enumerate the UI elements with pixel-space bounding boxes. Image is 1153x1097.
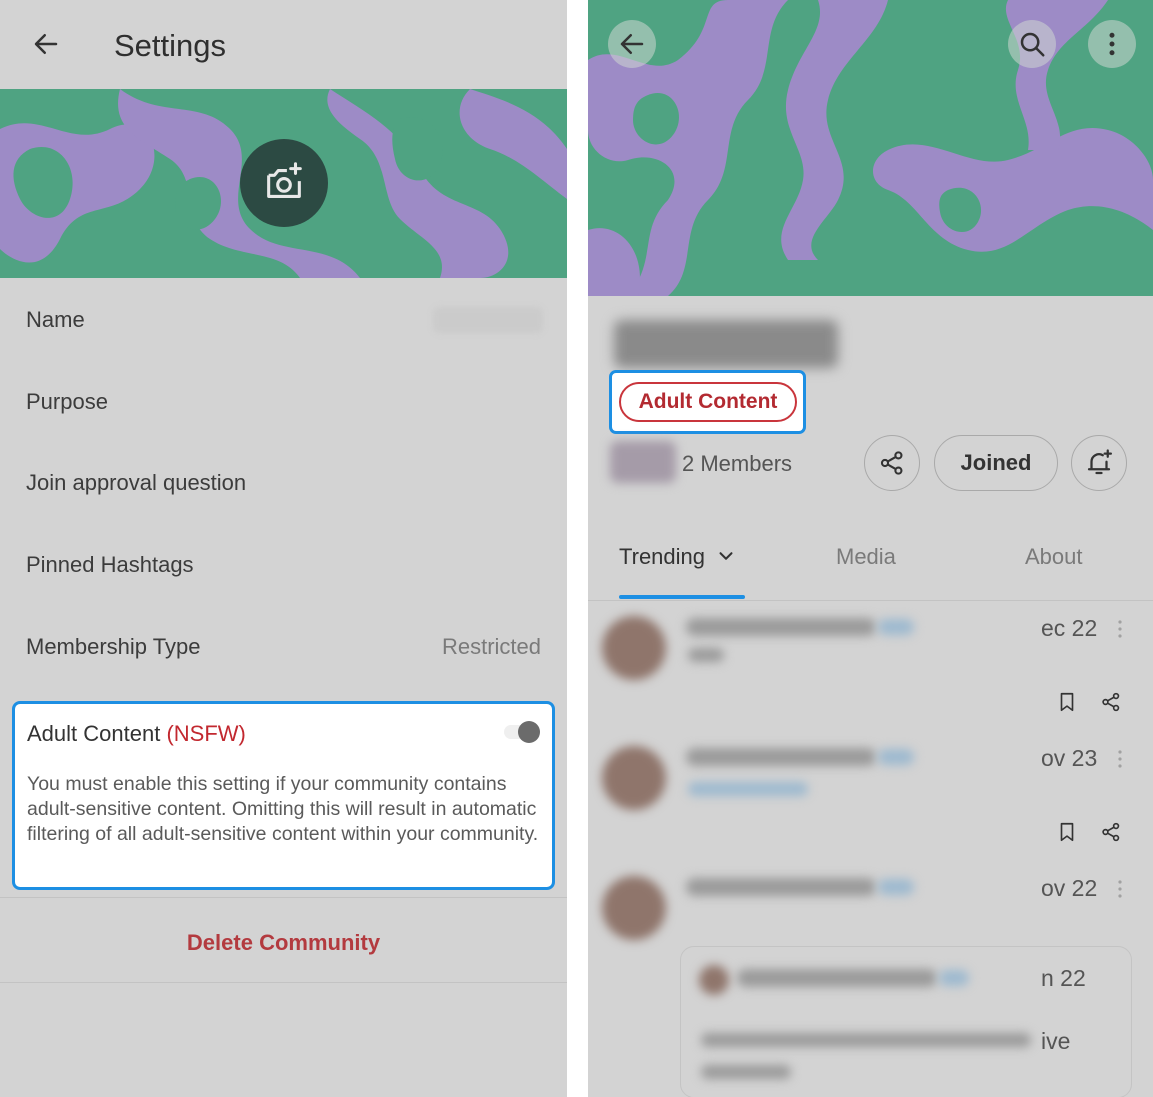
row-label: Join approval question <box>26 470 247 495</box>
joined-button[interactable]: Joined <box>934 435 1058 491</box>
post-author-blurred <box>686 748 876 766</box>
settings-row-pinned-hashtags[interactable]: Pinned Hashtags <box>0 525 567 605</box>
post-date: ov 23 <box>1041 745 1098 771</box>
tab-trending[interactable]: Trending <box>619 544 737 570</box>
adult-content-label-text: Adult Content <box>27 721 161 746</box>
share-post-button[interactable] <box>1098 819 1124 845</box>
post-author-blurred <box>686 878 876 896</box>
back-button[interactable] <box>608 20 656 68</box>
verified-badge-blurred <box>878 619 914 635</box>
adult-content-highlight: Adult Content <box>609 370 806 434</box>
search-button[interactable] <box>1008 20 1056 68</box>
panel-separator <box>567 0 588 1097</box>
bookmark-icon <box>1060 692 1074 712</box>
post-date: ov 22 <box>1041 875 1098 901</box>
more-vertical-icon[interactable] <box>1118 750 1122 768</box>
delete-community-button[interactable]: Delete Community <box>0 910 567 976</box>
settings-row-purpose[interactable]: Purpose <box>0 362 567 442</box>
member-avatars-blurred <box>610 441 676 483</box>
active-tab-indicator <box>619 595 745 599</box>
post-author-blurred <box>686 618 876 636</box>
nsfw-tag: (NSFW) <box>166 721 246 746</box>
quote-text-blurred <box>701 1033 1031 1047</box>
tab-media[interactable]: Media <box>836 544 896 570</box>
quote-avatar-blurred <box>699 965 729 995</box>
more-vertical-icon[interactable] <box>1118 620 1122 638</box>
camera-sparkle-icon <box>267 162 302 198</box>
verified-badge-blurred <box>939 970 969 986</box>
more-vertical-icon[interactable] <box>1118 880 1122 898</box>
search-icon <box>1020 32 1045 57</box>
settings-row-membership-type[interactable]: Membership Type Restricted <box>0 607 567 687</box>
back-arrow-icon <box>620 34 644 54</box>
more-vertical-icon <box>1109 32 1115 56</box>
back-arrow-icon <box>34 34 58 54</box>
post-date: ec 22 <box>1041 615 1098 641</box>
verified-badge-blurred <box>878 879 914 895</box>
settings-row-name[interactable]: Name <box>0 280 567 360</box>
community-panel: Adult Content 2 Members Joined Trending … <box>588 0 1153 1097</box>
toggle-knob <box>518 721 540 743</box>
share-icon <box>880 451 903 475</box>
quote-text-fragment: ive <box>1041 1028 1071 1054</box>
quote-author-blurred <box>737 969 937 987</box>
bookmark-button[interactable] <box>1054 689 1080 715</box>
community-name-blurred <box>614 320 838 368</box>
post-avatar-blurred <box>602 616 666 680</box>
settings-row-join-approval-question[interactable]: Join approval question <box>0 443 567 523</box>
share-community-button[interactable] <box>864 435 920 491</box>
adult-content-description: You must enable this setting if your com… <box>27 773 539 845</box>
more-options-button[interactable] <box>1088 20 1136 68</box>
post-link-blurred <box>688 782 808 796</box>
row-label: Membership Type <box>26 634 201 659</box>
divider <box>588 600 1153 601</box>
adult-content-label: Adult Content (NSFW) <box>27 721 246 747</box>
quote-text-blurred <box>701 1065 791 1079</box>
post-text-blurred <box>688 648 724 662</box>
settings-panel: Settings Name Purpose Join approval ques… <box>0 0 567 1097</box>
row-label: Purpose <box>26 389 108 414</box>
post-avatar-blurred <box>602 746 666 810</box>
bookmark-icon <box>1060 822 1074 842</box>
notifications-button[interactable] <box>1071 435 1127 491</box>
adult-content-setting: Adult Content (NSFW) You must enable thi… <box>12 701 555 890</box>
verified-badge-blurred <box>878 749 914 765</box>
page-title: Settings <box>114 28 227 63</box>
community-name-value-blurred <box>433 307 543 333</box>
share-icon <box>1102 822 1120 842</box>
bell-plus-icon <box>1087 449 1112 475</box>
row-label: Name <box>26 307 85 332</box>
quote-date: n 22 <box>1041 965 1086 991</box>
back-button[interactable] <box>26 24 66 64</box>
divider <box>0 982 567 983</box>
adult-content-toggle[interactable] <box>504 721 546 743</box>
row-label: Pinned Hashtags <box>26 552 194 577</box>
share-post-button[interactable] <box>1098 689 1124 715</box>
bookmark-button[interactable] <box>1054 819 1080 845</box>
community-banner <box>588 0 1153 296</box>
share-icon <box>1102 692 1120 712</box>
post-avatar-blurred <box>602 876 666 940</box>
tab-about[interactable]: About <box>1025 544 1083 570</box>
divider <box>0 897 567 898</box>
chevron-down-icon <box>719 552 733 560</box>
adult-content-badge[interactable]: Adult Content <box>619 382 797 422</box>
membership-type-value: Restricted <box>441 634 541 659</box>
members-count[interactable]: 2 Members <box>682 451 792 477</box>
tab-label: Trending <box>619 544 706 569</box>
settings-header: Settings <box>0 0 567 89</box>
change-banner-button[interactable] <box>240 139 328 227</box>
